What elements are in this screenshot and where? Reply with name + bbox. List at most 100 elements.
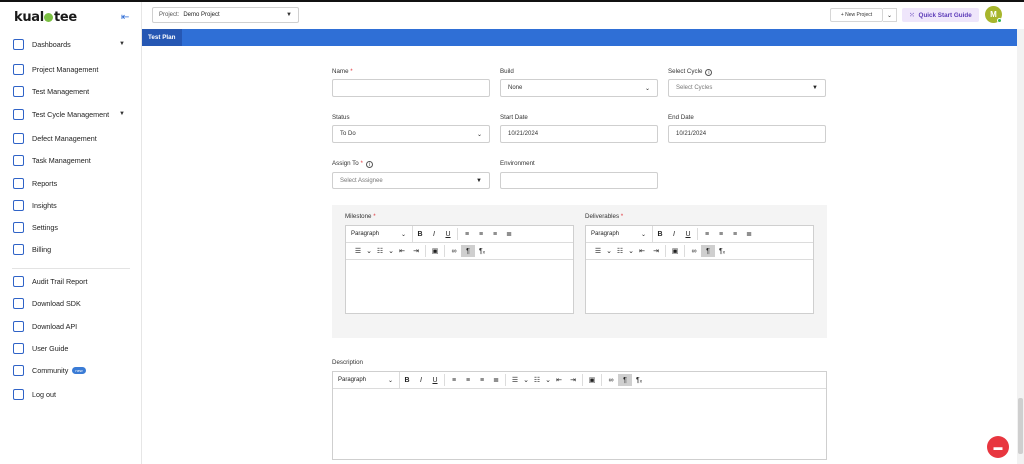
- end-date-label: End Date: [668, 114, 694, 121]
- toolbar-divider: [697, 228, 698, 240]
- sidebar-item-project-management[interactable]: Project Management: [13, 61, 137, 77]
- assign-to-dropdown[interactable]: Select Assignee ▼: [332, 172, 490, 189]
- guide-icon: [13, 342, 24, 354]
- sidebar-item-download-sdk[interactable]: Download SDK: [13, 295, 137, 311]
- sidebar-item-logout[interactable]: Log out: [13, 386, 137, 402]
- start-date-input[interactable]: 10/21/2024: [500, 125, 658, 143]
- numbered-list-icon[interactable]: ☷: [373, 245, 387, 257]
- align-left-icon[interactable]: ≡: [700, 228, 714, 240]
- italic-button[interactable]: I: [667, 228, 681, 240]
- indent-icon[interactable]: ⇥: [566, 374, 580, 386]
- bullet-list-icon[interactable]: ☰: [508, 374, 522, 386]
- collapse-sidebar-icon[interactable]: ⇤: [121, 12, 129, 23]
- sidebar-item-audit-trail[interactable]: Audit Trail Report: [13, 273, 137, 289]
- ltr-icon[interactable]: ¶: [461, 245, 475, 257]
- sidebar-item-label: Audit Trail Report: [32, 276, 88, 286]
- name-input[interactable]: [332, 79, 490, 97]
- chevron-down-icon[interactable]: ⌄: [627, 245, 635, 257]
- align-right-icon[interactable]: ≡: [728, 228, 742, 240]
- sidebar-item-test-management[interactable]: Test Management: [13, 83, 137, 99]
- bullet-list-icon[interactable]: ☰: [591, 245, 605, 257]
- link-icon[interactable]: ∞: [687, 245, 701, 257]
- select-cycle-dropdown[interactable]: Select Cycles ▼: [668, 79, 826, 97]
- numbered-list-icon[interactable]: ☷: [613, 245, 627, 257]
- italic-button[interactable]: I: [427, 228, 441, 240]
- underline-button[interactable]: U: [441, 228, 455, 240]
- sidebar-item-user-guide[interactable]: User Guide: [13, 340, 137, 356]
- align-left-icon[interactable]: ≡: [460, 228, 474, 240]
- underline-button[interactable]: U: [428, 374, 442, 386]
- numbered-list-icon[interactable]: ☷: [530, 374, 544, 386]
- sidebar-item-reports[interactable]: Reports: [13, 175, 137, 191]
- sidebar-item-community[interactable]: Community new: [13, 362, 137, 378]
- sidebar-item-task-management[interactable]: Task Management: [13, 152, 137, 168]
- sidebar-item-label: Download SDK: [32, 298, 81, 308]
- indent-icon[interactable]: ⇥: [409, 245, 423, 257]
- info-icon[interactable]: i: [705, 69, 713, 76]
- paragraph-select[interactable]: Paragraph ⌄: [338, 372, 400, 388]
- project-select[interactable]: Project: Demo Project ▼: [152, 7, 299, 23]
- logo[interactable]: kual tee: [14, 10, 77, 25]
- chat-support-button[interactable]: ▬: [987, 436, 1009, 458]
- tab-test-plan[interactable]: Test Plan: [142, 29, 182, 46]
- ltr-icon[interactable]: ¶: [618, 374, 632, 386]
- end-date-input[interactable]: 10/21/2024: [668, 125, 826, 143]
- sidebar-item-dashboards[interactable]: Dashboards ▼: [13, 36, 137, 52]
- bullet-list-icon[interactable]: ☰: [351, 245, 365, 257]
- align-justify-icon[interactable]: ≣: [489, 374, 503, 386]
- info-icon[interactable]: i: [365, 161, 373, 168]
- build-select[interactable]: None ⌄: [500, 79, 658, 97]
- paragraph-select[interactable]: Paragraph ⌄: [351, 226, 413, 242]
- new-project-button[interactable]: + New Project: [830, 8, 883, 22]
- outdent-icon[interactable]: ⇤: [635, 245, 649, 257]
- select-cycle-placeholder: Select Cycles: [676, 85, 713, 91]
- image-icon[interactable]: ▣: [585, 374, 599, 386]
- bold-button[interactable]: B: [653, 228, 667, 240]
- align-left-icon[interactable]: ≡: [447, 374, 461, 386]
- image-icon[interactable]: ▣: [668, 245, 682, 257]
- quick-start-guide-button[interactable]: ⁙ Quick Start Guide: [902, 8, 979, 22]
- align-center-icon[interactable]: ≡: [714, 228, 728, 240]
- indent-icon[interactable]: ⇥: [649, 245, 663, 257]
- sidebar-item-settings[interactable]: Settings: [13, 219, 137, 235]
- align-justify-icon[interactable]: ≣: [502, 228, 516, 240]
- test-icon: [13, 85, 24, 97]
- link-icon[interactable]: ∞: [604, 374, 618, 386]
- bold-button[interactable]: B: [400, 374, 414, 386]
- link-icon[interactable]: ∞: [447, 245, 461, 257]
- chevron-down-icon[interactable]: ⌄: [365, 245, 373, 257]
- sidebar-item-defect-management[interactable]: Defect Management: [13, 130, 137, 146]
- ltr-icon[interactable]: ¶: [701, 245, 715, 257]
- align-right-icon[interactable]: ≡: [488, 228, 502, 240]
- underline-button[interactable]: U: [681, 228, 695, 240]
- align-center-icon[interactable]: ≡: [474, 228, 488, 240]
- paragraph-select[interactable]: Paragraph ⌄: [591, 226, 653, 242]
- toolbar-divider: [601, 374, 602, 386]
- sidebar-item-test-cycle-management[interactable]: Test Cycle Management ▼: [13, 106, 137, 122]
- sidebar-item-label: Defect Management: [32, 133, 97, 143]
- italic-button[interactable]: I: [414, 374, 428, 386]
- align-justify-icon[interactable]: ≣: [742, 228, 756, 240]
- bold-button[interactable]: B: [413, 228, 427, 240]
- clear-format-icon[interactable]: ¶ₓ: [475, 245, 489, 257]
- align-center-icon[interactable]: ≡: [461, 374, 475, 386]
- sidebar-item-download-api[interactable]: Download API: [13, 318, 137, 334]
- chevron-down-icon[interactable]: ⌄: [387, 245, 395, 257]
- image-icon[interactable]: ▣: [428, 245, 442, 257]
- outdent-icon[interactable]: ⇤: [552, 374, 566, 386]
- sidebar-item-billing[interactable]: Billing: [13, 241, 137, 257]
- chevron-down-icon[interactable]: ⌄: [522, 374, 530, 386]
- align-right-icon[interactable]: ≡: [475, 374, 489, 386]
- environment-input[interactable]: [500, 172, 658, 189]
- new-project-dropdown-button[interactable]: ⌄: [883, 8, 897, 22]
- page-scrollbar-thumb[interactable]: [1018, 398, 1023, 454]
- name-label: Name *: [332, 68, 353, 75]
- chevron-down-icon[interactable]: ⌄: [605, 245, 613, 257]
- status-select[interactable]: To Do ⌄: [332, 125, 490, 143]
- clear-format-icon[interactable]: ¶ₓ: [715, 245, 729, 257]
- cycle-icon: [13, 108, 24, 120]
- chevron-down-icon[interactable]: ⌄: [544, 374, 552, 386]
- clear-format-icon[interactable]: ¶ₓ: [632, 374, 646, 386]
- sidebar-item-insights[interactable]: Insights: [13, 197, 137, 213]
- outdent-icon[interactable]: ⇤: [395, 245, 409, 257]
